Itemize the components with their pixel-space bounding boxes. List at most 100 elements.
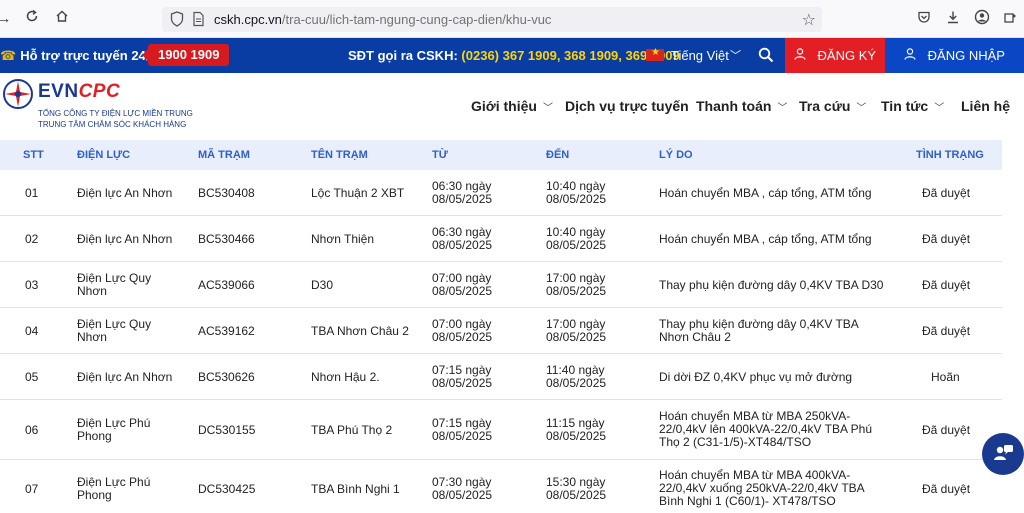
menu-gioi-thieu[interactable]: Giới thiệu ﹀ — [471, 98, 553, 114]
menu-tra-cuu[interactable]: Tra cứu ﹀ — [799, 98, 866, 114]
support-label: Hỗ trợ trực tuyến 24/7: — [20, 48, 161, 63]
cell-dien-luc: Điện lực An Nhơn — [77, 370, 173, 384]
vietnam-flag-icon[interactable]: ★ — [646, 47, 664, 61]
cell-ten-tram: Nhơn Hậu 2. — [311, 370, 380, 384]
menu-tin-tuc[interactable]: Tin tức ﹀ — [881, 98, 944, 114]
cell-den: 17:00 ngày 08/05/2025 — [546, 271, 607, 298]
home-icon[interactable] — [52, 9, 72, 29]
download-icon[interactable] — [943, 9, 963, 29]
cell-ten-tram: Nhơn Thiện — [311, 232, 375, 246]
cell-tinh-trang: Đã duyệt — [922, 324, 971, 338]
table-row: 07 Điện Lực Phú Phong DC530425 TBA Bình … — [0, 460, 1002, 513]
address-bar[interactable]: cskh.cpc.vn/tra-cuu/lich-tam-ngung-cung-… — [162, 7, 822, 32]
col-ly-do: LÝ DO — [659, 149, 693, 161]
phone-icon: ☎ — [0, 48, 17, 63]
search-icon[interactable] — [758, 47, 774, 63]
cell-ly-do: Thay phụ kiện đường dây 0,4KV TBA D30 — [659, 278, 884, 292]
cell-stt: 01 — [25, 186, 39, 200]
cell-tinh-trang: Hoãn — [931, 370, 960, 384]
org-subtitle: TRUNG TÂM CHĂM SÓC KHÁCH HÀNG — [38, 120, 187, 129]
col-ten-tram: TÊN TRẠM — [311, 149, 368, 161]
cell-ma-tram: DC530155 — [198, 423, 256, 437]
table-row: 05 Điện lực An Nhơn BC530626 Nhơn Hậu 2.… — [0, 354, 1002, 400]
cell-tu: 07:30 ngày 08/05/2025 — [432, 475, 493, 502]
chevron-down-icon: ﹀ — [934, 103, 945, 114]
shield-icon[interactable] — [170, 11, 184, 27]
col-dien-luc: ĐIỆN LỰC — [77, 149, 131, 161]
cell-tinh-trang: Đã duyệt — [922, 186, 971, 200]
hotline-badge[interactable]: 1900 1909 — [141, 44, 230, 66]
cskh-label: SĐT gọi ra CSKH: — [348, 48, 458, 63]
cell-dien-luc: Điện Lực Phú Phong — [77, 475, 151, 502]
org-name: TỔNG CÔNG TY ĐIỆN LỰC MIỀN TRUNG — [38, 109, 193, 118]
login-button[interactable]: ĐĂNG NHẬP — [885, 38, 1024, 73]
menu-thanh-toan[interactable]: Thanh toán ﹀ — [696, 98, 787, 114]
chevron-down-icon: ﹀ — [542, 103, 553, 114]
cell-tinh-trang: Đã duyệt — [922, 423, 971, 437]
menu-lien-he[interactable]: Liên hệ — [961, 98, 1010, 114]
table-row: 03 Điện Lực Quy Nhơn AC539066 D30 07:00 … — [0, 262, 1002, 308]
account-icon[interactable] — [972, 9, 992, 29]
cell-ma-tram: BC530466 — [198, 232, 255, 246]
chevron-down-icon[interactable]: ﹀ — [730, 47, 741, 63]
brand-evn: EVN — [38, 81, 79, 102]
menu-label: Dịch vụ trực tuyến — [565, 98, 689, 114]
back-icon[interactable]: → — [0, 9, 14, 29]
cell-den: 10:40 ngày 08/05/2025 — [546, 225, 607, 252]
table-row: 06 Điện Lực Phú Phong DC530155 TBA Phú T… — [0, 400, 1002, 460]
brand-cpc: CPC — [78, 81, 121, 102]
cell-ly-do: Di dời ĐZ 0,4KV phục vụ mở đường — [659, 370, 853, 384]
col-tu: TỪ — [432, 149, 448, 161]
cell-dien-luc: Điện Lực Quy Nhơn — [77, 271, 152, 298]
cell-stt: 02 — [25, 232, 39, 246]
language-selector[interactable]: Tiếng Việt — [671, 48, 729, 63]
bookmark-star-icon[interactable]: ☆ — [802, 10, 816, 30]
site-header: EVNCPC TỔNG CÔNG TY ĐIỆN LỰC MIỀN TRUNG … — [0, 73, 1024, 140]
cell-tu: 06:30 ngày 08/05/2025 — [432, 179, 493, 206]
chevron-down-icon: ﹀ — [856, 103, 867, 114]
cell-tinh-trang: Đã duyệt — [922, 278, 971, 292]
reload-icon[interactable] — [22, 9, 42, 29]
extensions-icon[interactable] — [1000, 9, 1020, 29]
menu-dich-vu[interactable]: Dịch vụ trực tuyến — [565, 98, 689, 114]
cell-ma-tram: AC539162 — [198, 324, 255, 338]
cell-ten-tram: D30 — [311, 278, 334, 292]
cell-den: 11:15 ngày 08/05/2025 — [546, 416, 607, 443]
cell-den: 11:40 ngày 08/05/2025 — [546, 363, 607, 390]
url-host: cskh.cpc.vn — [214, 12, 282, 27]
menu-label: Tin tức — [881, 98, 929, 114]
cell-ma-tram: DC530425 — [198, 482, 256, 496]
brand-logo-text[interactable]: EVNCPC — [38, 81, 120, 103]
col-stt: STT — [23, 149, 44, 161]
cell-tu: 07:00 ngày 08/05/2025 — [432, 271, 493, 298]
cell-ly-do: Hoán chuyển MBA , cáp tổng, ATM tổng — [659, 232, 872, 246]
cell-stt: 04 — [25, 324, 39, 338]
cell-ten-tram: TBA Phú Thọ 2 — [311, 423, 393, 437]
user-icon — [904, 48, 920, 63]
cell-ma-tram: BC530626 — [198, 370, 255, 384]
top-bar: ☎ Hỗ trợ trực tuyến 24/7: 1900 1909 SĐT g… — [0, 38, 1024, 73]
user-icon — [794, 48, 810, 63]
page-info-icon[interactable] — [191, 11, 205, 27]
cell-tu: 07:15 ngày 08/05/2025 — [432, 363, 493, 390]
menu-label: Thanh toán — [696, 98, 772, 114]
cell-tinh-trang: Đã duyệt — [922, 232, 971, 246]
cskh-info: SĐT gọi ra CSKH: (0236) 367 1909, 368 19… — [348, 48, 680, 63]
pocket-icon[interactable] — [914, 9, 934, 29]
cell-ten-tram: TBA Nhơn Châu 2 — [311, 324, 409, 338]
url-path: /tra-cuu/lich-tam-ngung-cung-cap-dien/kh… — [281, 12, 552, 27]
chat-agent-icon — [994, 445, 1013, 460]
col-ma-tram: MÃ TRẠM — [198, 149, 250, 161]
evn-logo-icon[interactable] — [2, 78, 34, 110]
register-button[interactable]: ĐĂNG KÝ — [785, 38, 885, 73]
cell-stt: 05 — [25, 370, 39, 384]
cell-tinh-trang: Đã duyệt — [922, 482, 971, 496]
chat-support-button[interactable] — [982, 433, 1024, 475]
table-row: 02 Điện lực An Nhơn BC530466 Nhơn Thiện … — [0, 216, 1002, 262]
chevron-down-icon: ﹀ — [777, 103, 788, 114]
table-row: 04 Điện Lực Quy Nhơn AC539162 TBA Nhơn C… — [0, 308, 1002, 354]
cell-dien-luc: Điện lực An Nhơn — [77, 232, 173, 246]
cell-ly-do: Hoán chuyển MBA , cáp tổng, ATM tổng — [659, 186, 872, 200]
col-den: ĐẾN — [546, 149, 570, 161]
cell-tu: 07:15 ngày 08/05/2025 — [432, 416, 493, 443]
